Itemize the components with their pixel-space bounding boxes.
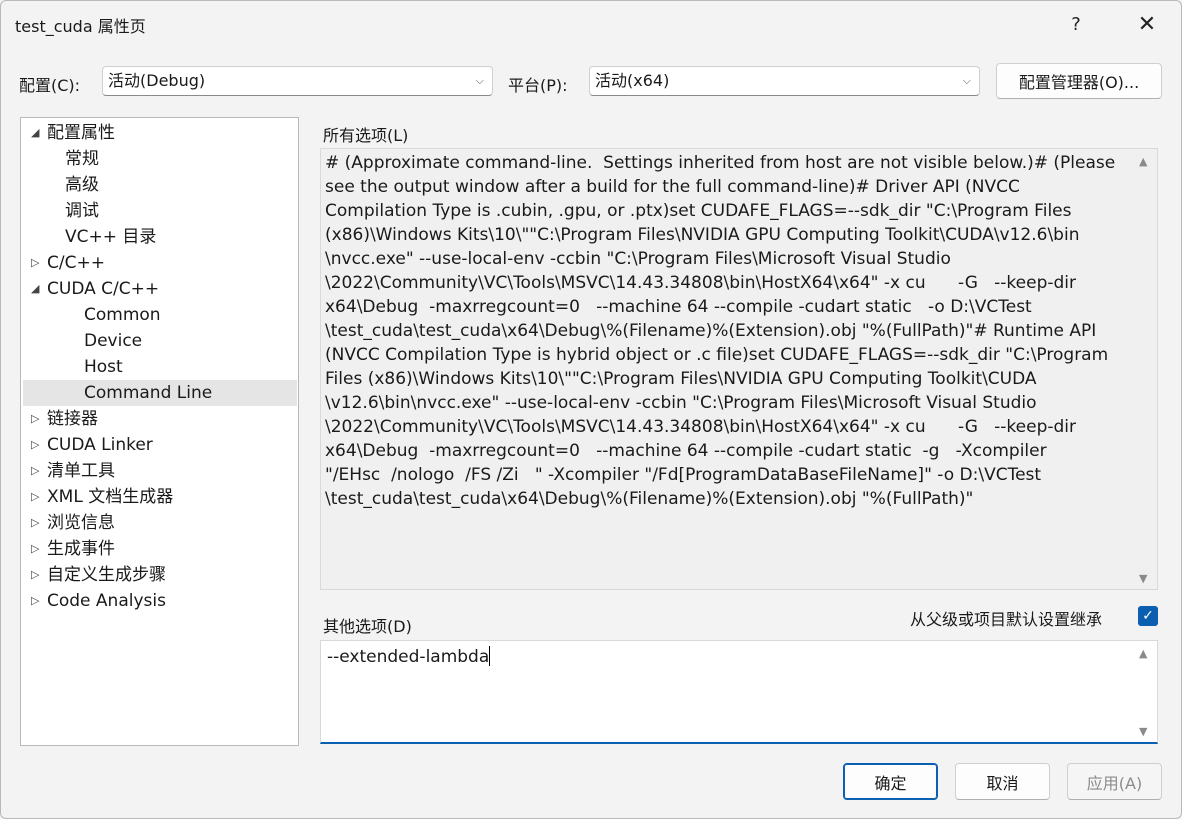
command-line-text: \v12.6\bin\nvcc.exe" --use-local-env -cc… (325, 393, 1037, 413)
ok-button[interactable]: 确定 (843, 763, 938, 800)
command-line-text: (NVCC Compilation Type is hybrid object … (325, 345, 1109, 365)
expand-arrow-icon[interactable]: ▷ (31, 510, 39, 536)
expand-arrow-icon[interactable]: ▷ (31, 562, 39, 588)
tree-item[interactable]: ▷ CUDA Linker (23, 432, 297, 458)
command-line-text: \2022\Community\VC\Tools\MSVC\14.43.3480… (325, 273, 1077, 293)
tree-item[interactable]: ▷ 生成事件 (23, 536, 297, 562)
all-options-scrollbar[interactable]: ▲ ▼ (1133, 149, 1157, 589)
tree-item[interactable]: ▷ Code Analysis (23, 588, 297, 614)
platform-dropdown[interactable]: 活动(x64) ⌵ (589, 66, 980, 96)
text-caret (489, 646, 491, 666)
expand-arrow-icon[interactable]: ▷ (31, 458, 39, 484)
collapse-arrow-icon[interactable]: ◢ (31, 120, 39, 146)
all-options-label: 所有选项(L) (323, 126, 409, 145)
tree-item-label: Common (84, 305, 161, 325)
tree-item[interactable]: ▷ 清单工具 (23, 458, 297, 484)
all-options-textbox[interactable]: # (Approximate command-line. Settings in… (320, 148, 1158, 590)
tree-item-label: 调试 (65, 201, 99, 221)
scroll-up-icon[interactable]: ▲ (1139, 647, 1147, 660)
platform-label: 平台(P): (508, 76, 568, 95)
tree-item-label: 自定义生成步骤 (47, 565, 166, 585)
tree-item-label: 生成事件 (47, 539, 115, 559)
command-line-text: (x86)\Windows Kits\10\""C:\Program Files… (325, 225, 1080, 245)
command-line-text: see the output window after a build for … (325, 177, 1020, 197)
additional-options-text-line: --extended-lambda (327, 645, 491, 669)
command-line-text: \2022\Community\VC\Tools\MSVC\14.43.3480… (325, 417, 1077, 437)
platform-value: 活动(x64) (595, 71, 670, 90)
configuration-label: 配置(C): (19, 76, 81, 95)
tree-item-label: Device (84, 331, 143, 351)
tree-item-label: 清单工具 (47, 461, 115, 481)
tree-item-label: 配置属性 (47, 123, 115, 143)
tree-item-label: 高级 (65, 175, 99, 195)
tree-item-label: CUDA Linker (47, 435, 153, 455)
apply-button[interactable]: 应用(A) (1067, 763, 1162, 800)
tree-item-label: Command Line (84, 383, 213, 403)
tree-item[interactable]: Host (23, 354, 297, 380)
configuration-manager-button[interactable]: 配置管理器(O)... (996, 63, 1162, 99)
command-line-text: Files (x86)\Windows Kits\10\""C:\Program… (325, 369, 1037, 389)
inherit-checkbox[interactable]: ✓ (1138, 606, 1158, 626)
tree-item[interactable]: ▷ 链接器 (23, 406, 297, 432)
checkmark-icon: ✓ (1142, 608, 1154, 624)
command-line-text: \nvcc.exe" --use-local-env -ccbin "C:\Pr… (325, 249, 951, 269)
tree-item-label: 链接器 (47, 409, 98, 429)
chevron-down-icon: ⌵ (475, 74, 484, 87)
tree-item[interactable]: Device (23, 328, 297, 354)
scroll-down-icon[interactable]: ▼ (1139, 572, 1147, 585)
tree-item[interactable]: ▷ C/C++ (23, 250, 297, 276)
command-line-text: \test_cuda\test_cuda\x64\Debug\%(Filenam… (325, 321, 1097, 341)
tree-item[interactable]: 调试 (23, 198, 297, 224)
tree-item[interactable]: ◢ 配置属性 (23, 120, 297, 146)
configuration-dropdown[interactable]: 活动(Debug) ⌵ (102, 66, 493, 96)
tree-item-label: Code Analysis (47, 591, 166, 611)
tree-item[interactable]: Common (23, 302, 297, 328)
tree-item[interactable]: ▷ XML 文档生成器 (23, 484, 297, 510)
expand-arrow-icon[interactable]: ▷ (31, 484, 39, 510)
help-button[interactable]: ? (1056, 9, 1096, 39)
expand-arrow-icon[interactable]: ▷ (31, 536, 39, 562)
tree-item-label: C/C++ (47, 253, 105, 273)
tree-item-label: Host (84, 357, 123, 377)
cancel-button[interactable]: 取消 (955, 763, 1050, 800)
command-line-text: x64\Debug -maxrregcount=0 --machine 64 -… (325, 297, 1032, 317)
additional-options-scrollbar[interactable]: ▲ ▼ (1133, 641, 1157, 742)
expand-arrow-icon[interactable]: ▷ (31, 432, 39, 458)
command-line-text: x64\Debug -maxrregcount=0 --machine 64 -… (325, 441, 1047, 461)
window-title: test_cuda 属性页 (15, 17, 146, 36)
configuration-value: 活动(Debug) (108, 71, 206, 90)
tree-item[interactable]: 高级 (23, 172, 297, 198)
tree-item[interactable]: VC++ 目录 (23, 224, 297, 250)
property-tree: ◢ 配置属性常规高级调试 VC++ 目录 ▷ C/C++ ◢ CUDA C/C++ Commo… (20, 117, 299, 746)
command-line-text: Compilation Type is .cubin, .gpu, or .pt… (325, 201, 1072, 221)
property-pages-dialog: test_cuda 属性页 ? ✕ 配置(C): 活动(Debug) ⌵ 平台(… (0, 0, 1182, 819)
tree-item[interactable]: Command Line (23, 380, 297, 406)
tree-item-label: VC++ 目录 (65, 227, 157, 247)
command-line-text: "/EHsc /nologo /FS /Zi " -Xcompiler "/Fd… (325, 465, 1042, 485)
additional-options-label: 其他选项(D) (323, 617, 412, 636)
scroll-down-icon[interactable]: ▼ (1139, 725, 1147, 738)
title-bar: test_cuda 属性页 ? ✕ (1, 1, 1181, 47)
tree-item[interactable]: ▷ 浏览信息 (23, 510, 297, 536)
inherit-label: 从父级或项目默认设置继承 (910, 610, 1103, 629)
command-line-text: # (Approximate command-line. Settings in… (325, 153, 1116, 173)
additional-options-value: --extended-lambda (327, 647, 490, 667)
tree-item[interactable]: 常规 (23, 146, 297, 172)
scroll-up-icon[interactable]: ▲ (1139, 155, 1147, 168)
expand-arrow-icon[interactable]: ▷ (31, 406, 39, 432)
additional-options-input[interactable]: --extended-lambda ▲ ▼ (320, 640, 1158, 744)
tree-item[interactable]: ▷ 自定义生成步骤 (23, 562, 297, 588)
tree-item-label: 浏览信息 (47, 513, 115, 533)
command-line-text: \test_cuda\test_cuda\x64\Debug\%(Filenam… (325, 489, 974, 509)
expand-arrow-icon[interactable]: ▷ (31, 250, 39, 276)
close-button[interactable]: ✕ (1127, 9, 1167, 39)
tree-item-label: CUDA C/C++ (47, 279, 160, 299)
collapse-arrow-icon[interactable]: ◢ (31, 276, 39, 302)
tree-item-label: 常规 (65, 149, 99, 169)
all-options-text: # (Approximate command-line. Settings in… (325, 151, 1128, 511)
tree-item-label: XML 文档生成器 (47, 487, 174, 507)
tree-item[interactable]: ◢ CUDA C/C++ (23, 276, 297, 302)
expand-arrow-icon[interactable]: ▷ (31, 588, 39, 614)
chevron-down-icon: ⌵ (962, 74, 971, 87)
